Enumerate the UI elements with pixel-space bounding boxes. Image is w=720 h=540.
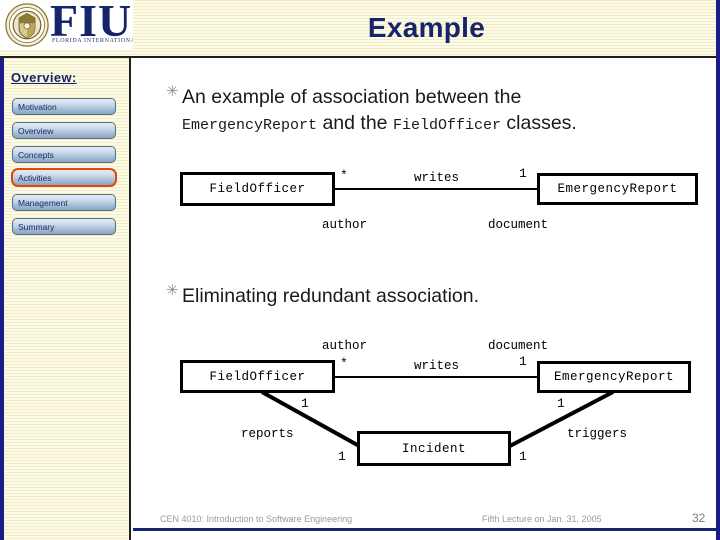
uml-multiplicity-reports-source: 1: [301, 396, 309, 411]
uml-class-emergencyreport: EmergencyReport: [537, 361, 691, 393]
uml-role-author: author: [322, 339, 368, 353]
slide: FIU FLORIDA INTERNATIONAL UNIVERSITY Exa…: [0, 0, 720, 540]
uml-multiplicity-source: *: [340, 168, 348, 183]
uml-multiplicity-target: 1: [519, 166, 527, 181]
uml-association-line-writes: [335, 376, 537, 378]
uml-association-name-triggers: triggers: [567, 427, 628, 441]
uml-role-document: document: [488, 339, 549, 353]
uml-association-name-reports: reports: [241, 427, 294, 441]
uml-diagram-2: FieldOfficer EmergencyReport Incident au…: [0, 0, 720, 540]
uml-class-incident: Incident: [357, 431, 511, 466]
uml-role-author: author: [322, 218, 368, 232]
uml-role-document: document: [488, 218, 549, 232]
uml-class-emergencyreport: EmergencyReport: [537, 173, 698, 205]
uml-multiplicity-writes-source: *: [340, 356, 348, 371]
uml-multiplicity-writes-target: 1: [519, 354, 527, 369]
uml-association-name-writes: writes: [414, 171, 460, 185]
uml-association-name-writes: writes: [414, 359, 460, 373]
uml-multiplicity-triggers-target: 1: [519, 449, 527, 464]
uml-multiplicity-reports-target: 1: [338, 449, 346, 464]
uml-class-fieldofficer: FieldOfficer: [180, 360, 335, 393]
uml-class-fieldofficer: FieldOfficer: [180, 172, 335, 206]
uml-multiplicity-triggers-source: 1: [557, 396, 565, 411]
